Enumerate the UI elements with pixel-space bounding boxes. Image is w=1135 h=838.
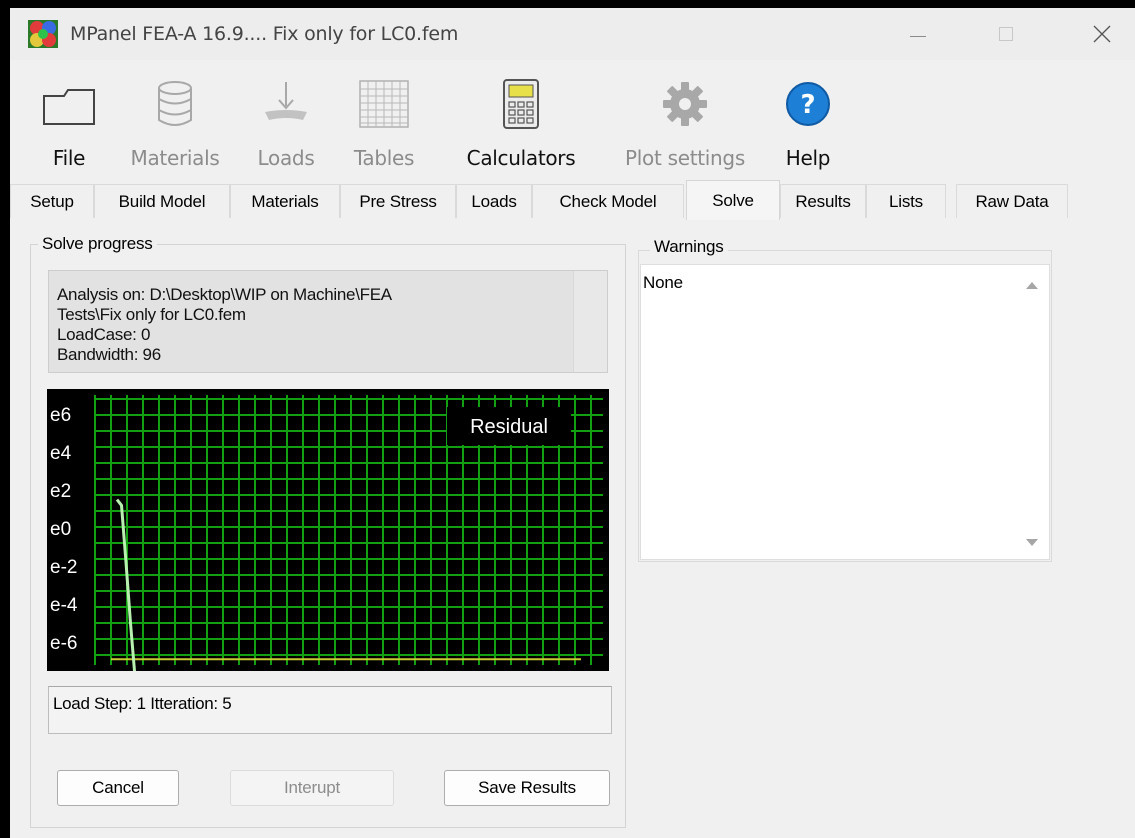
y-tick-label: e-4: [50, 595, 78, 616]
tab-setup[interactable]: Setup: [10, 184, 94, 218]
maximize-icon: [999, 27, 1013, 41]
y-tick-label: e0: [50, 519, 71, 540]
y-tick-label: e-6: [50, 633, 77, 654]
tab-materials[interactable]: Materials: [230, 184, 340, 218]
title-bar: MPanel FEA-A 16.9.... Fix only for LC0.f…: [10, 8, 1135, 60]
window-title: MPanel FEA-A 16.9.... Fix only for LC0.f…: [70, 23, 459, 45]
status-text: Load Step: 1 Itteration: 5: [53, 694, 232, 713]
maximize-button[interactable]: [978, 8, 1034, 60]
table-grid-icon: [359, 80, 409, 128]
close-icon: [1093, 25, 1111, 43]
app-window: MPanel FEA-A 16.9.... Fix only for LC0.f…: [10, 8, 1135, 838]
toolbar-help-button[interactable]: ? Help: [778, 78, 838, 178]
toolbar-plot-settings-button[interactable]: Plot settings: [614, 78, 756, 178]
status-box[interactable]: Load Step: 1 Itteration: 5: [48, 686, 612, 734]
tab-pre-stress[interactable]: Pre Stress: [340, 184, 456, 218]
tab-lists[interactable]: Lists: [866, 184, 946, 218]
help-icon: ?: [786, 82, 830, 126]
y-tick-label: e4: [50, 443, 72, 464]
close-button[interactable]: [1074, 8, 1130, 60]
mpanel-logo-icon: [28, 20, 58, 48]
tab-loads[interactable]: Loads: [456, 184, 532, 218]
warnings-title: Warnings: [650, 237, 728, 257]
residual-plot: e6 e4 e2 e0 e-2 e-4 e-6 Residual: [47, 389, 609, 671]
folder-icon: [43, 89, 95, 125]
scroll-up-icon[interactable]: [1015, 271, 1049, 301]
tab-check-model[interactable]: Check Model: [532, 184, 684, 218]
analysis-info-box[interactable]: Analysis on: D:\Desktop\WIP on Machine\F…: [48, 270, 608, 373]
legend-residual-label: Residual: [470, 416, 548, 438]
toolbar-loads-button[interactable]: Loads: [250, 78, 322, 178]
warnings-list[interactable]: None: [640, 264, 1050, 560]
residual-chart: e6 e4 e2 e0 e-2 e-4 e-6 Residual: [50, 395, 603, 671]
svg-text:?: ?: [800, 90, 815, 120]
y-tick-label: e2: [50, 481, 71, 502]
toolbar-tables-button[interactable]: Tables: [346, 78, 422, 178]
solve-progress-title: Solve progress: [38, 234, 157, 254]
database-icon: [158, 81, 192, 126]
calculator-icon: [503, 79, 539, 129]
toolbar-materials-button[interactable]: Materials: [120, 78, 230, 178]
save-results-button[interactable]: Save Results: [444, 770, 610, 806]
load-arrow-icon: [265, 82, 307, 120]
cancel-button[interactable]: Cancel: [57, 770, 179, 806]
minimize-button[interactable]: [890, 8, 946, 60]
interupt-button[interactable]: Interupt: [230, 770, 394, 806]
y-tick-label: e-2: [50, 557, 77, 578]
minimize-icon: [910, 35, 926, 37]
tab-results[interactable]: Results: [780, 184, 866, 218]
tab-solve[interactable]: Solve: [686, 180, 780, 220]
tab-raw-data[interactable]: Raw Data: [956, 184, 1068, 218]
tab-strip: Setup Build Model Materials Pre Stress L…: [10, 180, 1135, 220]
ribbon-toolbar: File Materials Loads Tables Calculators …: [10, 60, 1135, 178]
scroll-down-icon[interactable]: [1015, 527, 1049, 557]
warnings-scrollbar[interactable]: [1015, 265, 1049, 559]
analysis-info-scrollbar[interactable]: [573, 271, 607, 372]
y-tick-label: e6: [50, 405, 71, 426]
toolbar-calculators-button[interactable]: Calculators: [458, 78, 584, 178]
tab-build-model[interactable]: Build Model: [94, 184, 230, 218]
toolbar-file-button[interactable]: File: [38, 78, 100, 178]
gear-icon: [663, 82, 707, 126]
analysis-info-text: Analysis on: D:\Desktop\WIP on Machine\F…: [57, 285, 392, 364]
warnings-text: None: [643, 273, 683, 292]
